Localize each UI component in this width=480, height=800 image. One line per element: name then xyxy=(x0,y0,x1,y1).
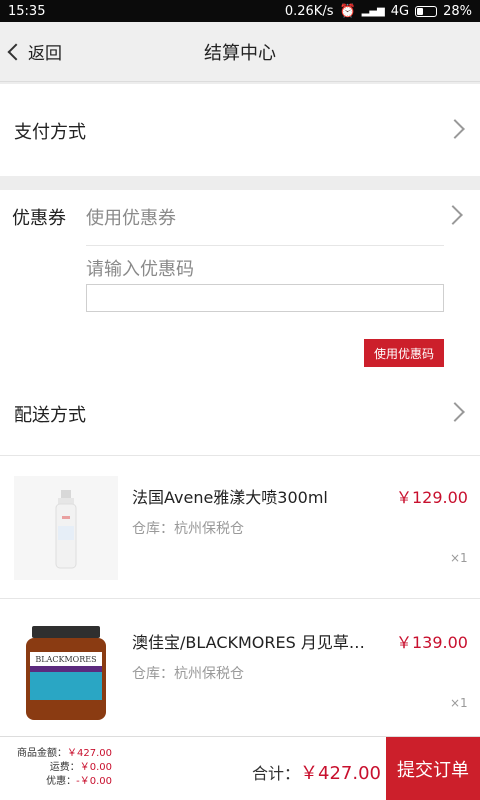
product-quantity: ×1 xyxy=(450,551,468,565)
total-value: ￥427.00 xyxy=(300,763,381,784)
battery-icon xyxy=(415,5,438,17)
product-name[interactable]: 法国Avene雅漾大喷300ml xyxy=(132,484,382,508)
product-price: ￥129.00 xyxy=(396,488,468,507)
product-image xyxy=(14,476,118,580)
order-total: 合计：￥427.00 xyxy=(252,759,381,785)
product-image: BLACKMORES xyxy=(14,620,118,724)
network-speed: 0.26K/s xyxy=(284,3,334,19)
spray-bottle-icon xyxy=(55,490,77,569)
nav-bar: 返回 结算中心 xyxy=(0,22,480,82)
checkout-bar: 商品金额：￥427.00 运费：￥0.00 优惠：-￥0.00 合计：￥427.… xyxy=(0,736,480,800)
chevron-right-icon xyxy=(445,119,465,139)
freight-value: ￥0.00 xyxy=(79,762,112,773)
status-time: 15:35 xyxy=(8,3,46,19)
discount-line: 优惠：-￥0.00 xyxy=(6,775,112,789)
divider xyxy=(86,245,444,246)
shipping-method-label: 配送方式 xyxy=(14,405,86,426)
goods-amount-line: 商品金额：￥427.00 xyxy=(6,747,112,761)
supplement-bottle-icon: BLACKMORES xyxy=(26,626,106,720)
status-bar: 15:35 0.26K/s ⏰ ▂▄▆ 4G 28% xyxy=(0,0,480,22)
payment-method-label: 支付方式 xyxy=(14,122,86,143)
signal-icon: ▂▄▆ xyxy=(361,5,385,17)
product-quantity: ×1 xyxy=(450,696,468,710)
divider xyxy=(0,455,480,456)
goods-amount-value: ￥427.00 xyxy=(67,748,112,759)
freight-label: 运费： xyxy=(49,762,80,773)
coupon-code-label: 请输入优惠码 xyxy=(86,259,194,280)
total-label: 合计： xyxy=(252,764,301,783)
product-warehouse: 仓库：杭州保税仓 xyxy=(132,521,244,537)
product-name[interactable]: 澳佳宝/BLACKMORES 月见草… xyxy=(132,629,382,653)
page-title: 结算中心 xyxy=(204,43,276,64)
discount-value: -￥0.00 xyxy=(76,776,112,787)
order-summary: 商品金额：￥427.00 运费：￥0.00 优惠：-￥0.00 xyxy=(6,747,112,789)
payment-method-row[interactable]: 支付方式 xyxy=(0,84,480,176)
coupon-code-input[interactable] xyxy=(86,284,444,312)
product-price: ￥139.00 xyxy=(396,633,468,652)
submit-order-button[interactable]: 提交订单 xyxy=(386,737,480,800)
battery-percent: 28% xyxy=(443,3,472,19)
discount-label: 优惠： xyxy=(46,776,77,787)
divider xyxy=(0,598,480,599)
goods-amount-label: 商品金额： xyxy=(17,748,67,759)
coupon-select[interactable]: 使用优惠券 xyxy=(86,204,176,230)
alarm-icon: ⏰ xyxy=(339,3,356,19)
network-type: 4G xyxy=(390,3,410,19)
brand-label: BLACKMORES xyxy=(35,655,96,664)
apply-coupon-code-button[interactable]: 使用优惠码 xyxy=(364,339,444,367)
product-warehouse: 仓库：杭州保税仓 xyxy=(132,666,244,682)
coupon-label: 优惠券 xyxy=(12,208,66,229)
status-indicators: 0.26K/s ⏰ ▂▄▆ 4G 28% xyxy=(285,4,472,19)
freight-line: 运费：￥0.00 xyxy=(6,761,112,775)
